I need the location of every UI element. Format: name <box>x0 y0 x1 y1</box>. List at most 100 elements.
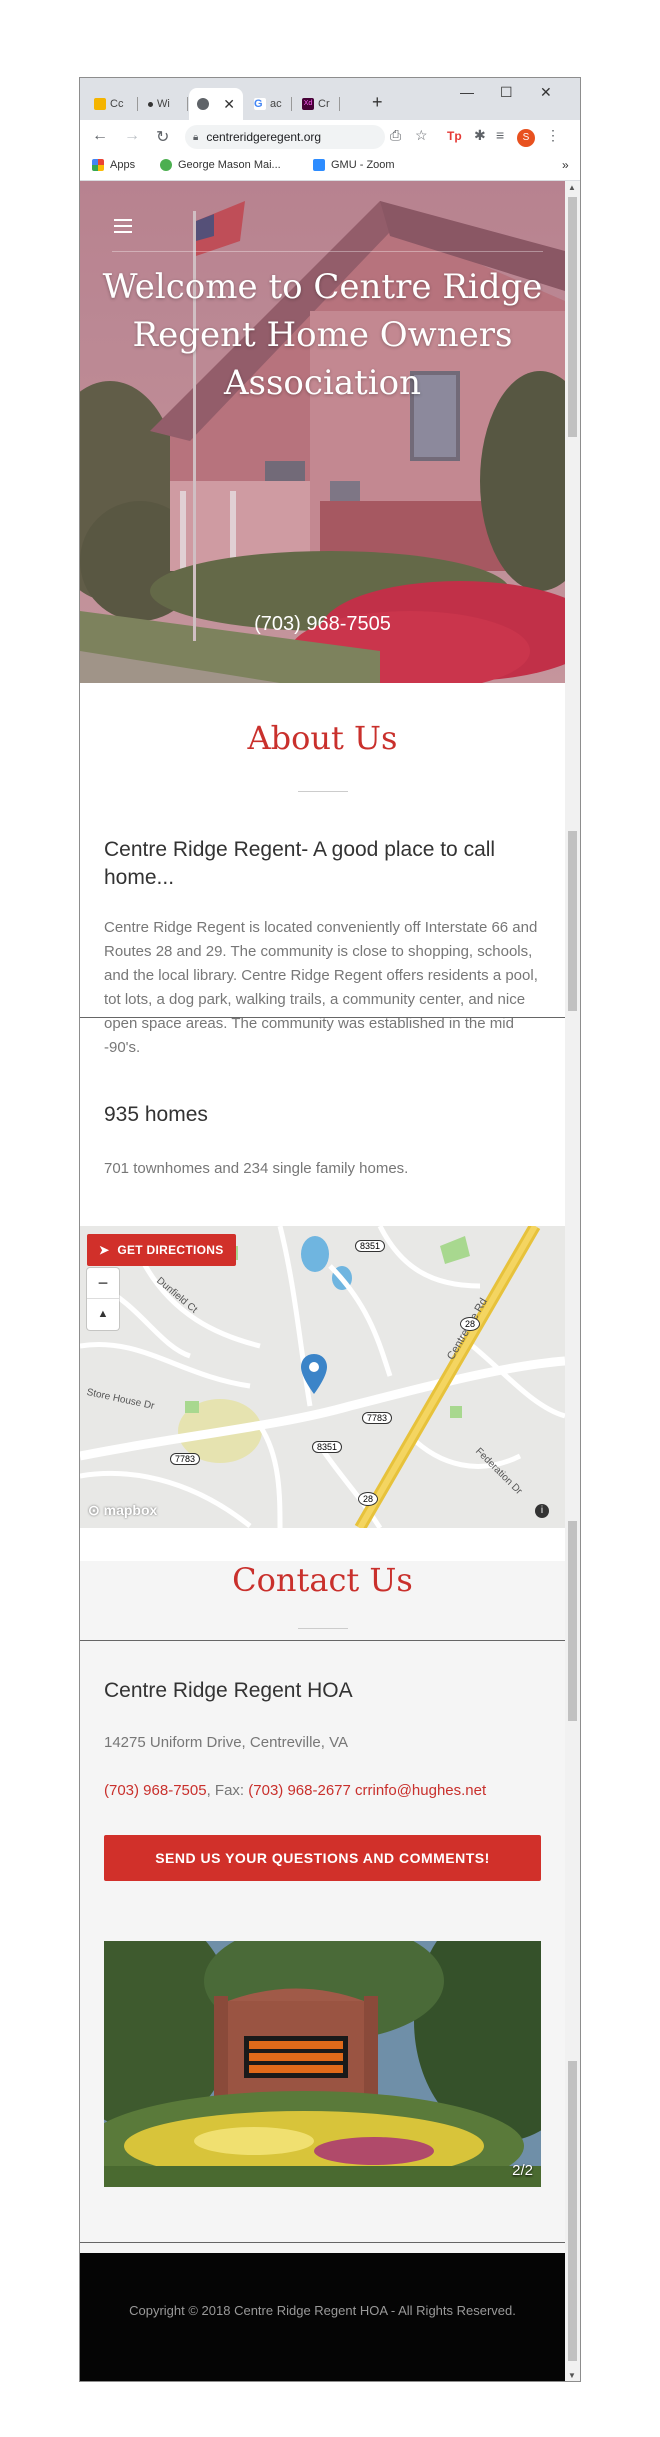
mapbox-logo-text: mapbox <box>103 1502 158 1518</box>
tab-bar: Cc Wi ✕ G ac Xd Cr + — ☐ ✕ <box>80 78 580 120</box>
entrance-sign-image <box>104 1941 541 2187</box>
tab-label: Cr <box>318 98 330 110</box>
bookmarks-bar: Apps George Mason Mai... GMU - Zoom » <box>80 154 580 181</box>
extension-tp-icon[interactable]: Tp <box>447 129 462 143</box>
hamburger-menu-icon[interactable] <box>114 219 132 237</box>
page-viewport: Welcome to Centre Ridge Regent Home Owne… <box>80 181 565 2381</box>
about-title: About Us <box>247 719 398 757</box>
xd-icon: Xd <box>302 98 314 110</box>
browser-tab-1[interactable]: Cc <box>86 88 138 120</box>
browser-toolbar: ← → ↻ 🔒︎ centreridgeregent.org ⎙ ☆ Tp ✱ … <box>80 120 580 154</box>
route-shield: 8351 <box>312 1441 343 1453</box>
about-body: Centre Ridge Regent is located convenien… <box>104 919 538 1056</box>
cast-icon[interactable]: ≡ <box>496 127 504 143</box>
tab-separator <box>291 97 292 111</box>
new-tab-button[interactable]: + <box>372 92 383 113</box>
scrollbar-thumb[interactable] <box>568 831 577 1011</box>
minimize-button[interactable]: — <box>460 84 474 100</box>
back-icon[interactable]: ← <box>92 127 108 145</box>
hero-phone-link[interactable]: (703) 968-7505 <box>80 613 565 636</box>
bookmark-george-mason[interactable]: George Mason Mai... <box>160 159 281 171</box>
bookmark-apps[interactable]: Apps <box>92 159 135 171</box>
screenshot-seam <box>80 1640 565 1641</box>
extensions-puzzle-icon[interactable]: ✱ <box>474 127 486 144</box>
map-zoom-controls: − ▲ <box>87 1268 119 1330</box>
browser-tab-4[interactable]: G ac <box>246 88 292 120</box>
homes-body: 701 townhomes and 234 single family home… <box>104 1160 409 1177</box>
bookmark-label: George Mason Mai... <box>178 159 281 171</box>
route-shield: 28 <box>358 1492 379 1506</box>
bookmark-star-icon[interactable]: ☆ <box>415 127 428 144</box>
browser-tab-active[interactable]: ✕ <box>189 88 243 120</box>
map-attribution-info-icon[interactable]: i <box>535 1504 549 1518</box>
contact-phone-link[interactable]: (703) 968-7505 <box>104 1782 207 1799</box>
scrollbar-thumb[interactable] <box>568 1521 577 1721</box>
bookmark-label: Apps <box>110 159 136 171</box>
zoom-camera-icon <box>313 159 325 171</box>
reload-icon[interactable]: ↻ <box>156 127 169 147</box>
about-rule <box>298 791 348 792</box>
close-window-button[interactable]: ✕ <box>540 84 552 101</box>
lock-icon: 🔒︎ <box>193 131 199 143</box>
apps-grid-icon <box>92 159 104 171</box>
mapbox-logo[interactable]: ⊙ mapbox <box>88 1502 157 1519</box>
google-icon: G <box>254 98 266 110</box>
contact-line: (703) 968-7505, Fax: (703) 968-2677 crri… <box>104 1779 544 1803</box>
contact-email-link[interactable]: crrinfo@hughes.net <box>355 1782 486 1799</box>
tab-separator <box>339 97 340 111</box>
tab-favicon <box>148 101 153 107</box>
profile-avatar[interactable]: S <box>517 129 535 147</box>
scrollbar-thumb[interactable] <box>568 2061 577 2361</box>
menu-kebab-icon[interactable]: ⋮ <box>546 127 560 144</box>
route-shield: 8351 <box>355 1240 386 1252</box>
install-icon[interactable]: ⎙ <box>390 127 401 144</box>
navigation-arrow-icon: ➤ <box>99 1243 110 1257</box>
route-shield: 7783 <box>362 1412 393 1424</box>
gmu-leaf-icon <box>160 159 172 171</box>
send-questions-button[interactable]: SEND US YOUR QUESTIONS AND COMMENTS! <box>104 1835 541 1881</box>
forward-icon[interactable]: → <box>124 127 140 145</box>
url-text: centreridgeregent.org <box>206 130 322 144</box>
compass-button[interactable]: ▲ <box>87 1299 119 1329</box>
tab-label: ac <box>270 98 282 110</box>
about-heading: Centre Ridge Regent- A good place to cal… <box>104 838 496 889</box>
browser-tab-5[interactable]: Xd Cr <box>294 88 340 120</box>
bookmark-gmu-zoom[interactable]: GMU - Zoom <box>313 159 395 171</box>
route-shield: 28 <box>460 1317 481 1331</box>
location-map[interactable]: ➤ GET DIRECTIONS − ▲ Centreville Rd Stor… <box>80 1226 565 1528</box>
contact-rule <box>298 1628 348 1629</box>
hero-title: Welcome to Centre Ridge Regent Home Owne… <box>102 267 543 403</box>
site-footer: Copyright © 2018 Centre Ridge Regent HOA… <box>80 2253 565 2381</box>
hero-divider-line <box>112 251 543 252</box>
tab-separator <box>187 97 188 111</box>
browser-tab-2[interactable]: Wi <box>140 88 188 120</box>
contact-title: Contact Us <box>232 1561 413 1599</box>
screenshot-seam <box>80 1017 565 1018</box>
browser-window: Cc Wi ✕ G ac Xd Cr + — ☐ ✕ ← → ↻ 🔒︎ cent… <box>79 77 581 2382</box>
get-directions-button[interactable]: ➤ GET DIRECTIONS <box>87 1234 236 1266</box>
scroll-up-arrow-icon[interactable]: ▲ <box>568 183 576 192</box>
hero-section: Welcome to Centre Ridge Regent Home Owne… <box>80 181 565 683</box>
bookmarks-overflow-icon[interactable]: » <box>562 158 569 172</box>
screenshot-seam <box>80 2242 565 2243</box>
map-pin-icon[interactable] <box>301 1354 327 1394</box>
tab-label: Cc <box>110 98 124 110</box>
address-bar[interactable]: 🔒︎ centreridgeregent.org <box>185 125 385 149</box>
footer-copyright: Copyright © 2018 Centre Ridge Regent HOA… <box>129 2303 516 2318</box>
tab-label: Wi <box>157 98 170 110</box>
contact-fax-link[interactable]: (703) 968-2677 <box>248 1782 351 1799</box>
tab-separator <box>137 97 138 111</box>
homes-heading: 935 homes <box>104 1103 208 1126</box>
zoom-out-button[interactable]: − <box>87 1268 119 1299</box>
bookmark-label: GMU - Zoom <box>331 159 395 171</box>
scroll-down-arrow-icon[interactable]: ▼ <box>568 2371 576 2380</box>
contact-address: 14275 Uniform Drive, Centreville, VA <box>104 1734 348 1751</box>
photo-counter: 2/2 <box>512 2162 533 2179</box>
maximize-button[interactable]: ☐ <box>500 84 513 101</box>
tab-favicon <box>94 98 106 110</box>
page-scrollbar[interactable]: ▲ ▼ <box>565 181 580 2381</box>
close-tab-icon[interactable]: ✕ <box>223 96 235 113</box>
scrollbar-thumb[interactable] <box>568 197 577 437</box>
fax-label: , Fax: <box>206 1782 249 1799</box>
entrance-sign-photo: 2/2 <box>104 1941 541 2187</box>
